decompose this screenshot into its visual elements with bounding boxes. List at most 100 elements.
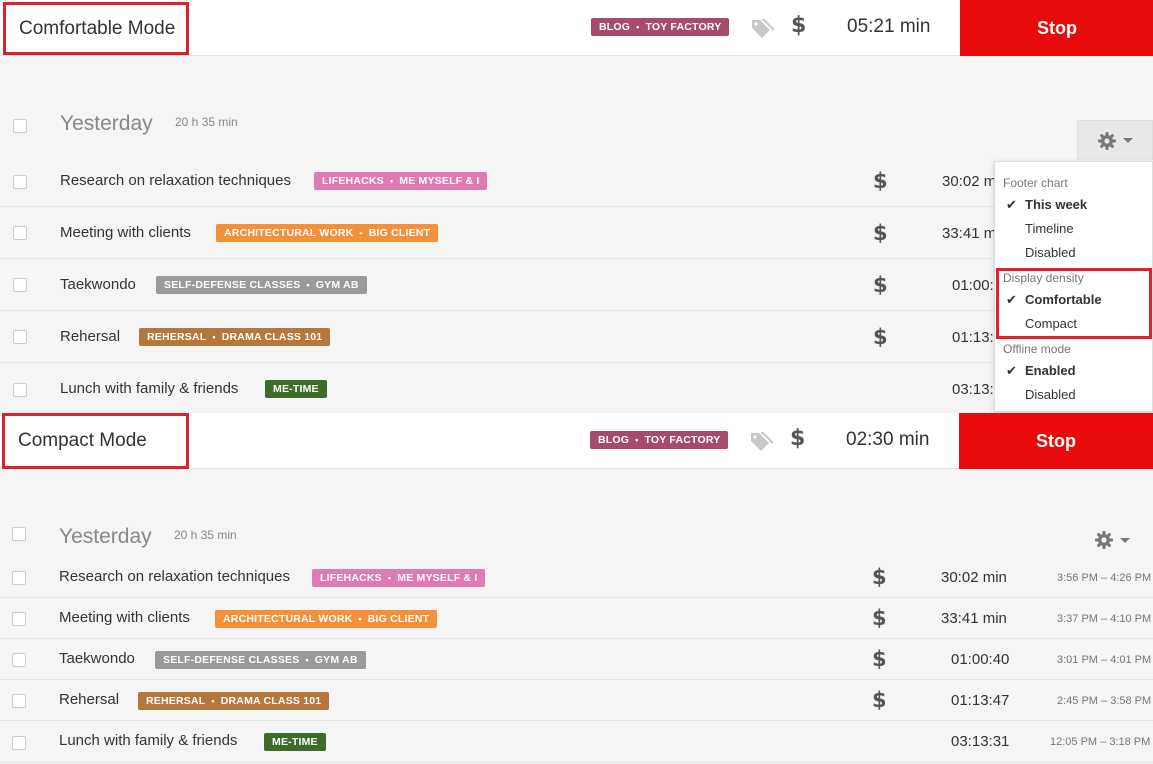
- entry-description[interactable]: Rehersal: [60, 328, 120, 345]
- billable-icon[interactable]: $: [873, 273, 888, 297]
- time-entry-row[interactable]: Meeting with clients ARCHITECTURAL WORK •…: [0, 598, 1153, 639]
- settings-button[interactable]: [1077, 120, 1153, 160]
- billable-icon[interactable]: $: [873, 169, 888, 193]
- billable-icon[interactable]: $: [872, 606, 887, 630]
- entry-time-range[interactable]: 2:45 PM – 3:58 PM: [1057, 695, 1151, 707]
- stop-button[interactable]: Stop: [960, 0, 1153, 56]
- option-chart-disabled[interactable]: Disabled: [1025, 245, 1076, 260]
- time-entry-row[interactable]: Meeting with clients ARCHITECTURAL WORK •…: [0, 207, 1153, 259]
- entry-description[interactable]: Meeting with clients: [60, 224, 191, 241]
- entry-checkbox[interactable]: [13, 175, 27, 189]
- entry-description[interactable]: Rehersal: [59, 691, 119, 708]
- check-icon: ✔: [1006, 197, 1017, 212]
- option-this-week[interactable]: This week: [1025, 197, 1087, 212]
- option-offline-disabled[interactable]: Disabled: [1025, 387, 1076, 402]
- mode-label-box: Compact Mode: [2, 413, 189, 469]
- billable-icon[interactable]: $: [873, 325, 888, 349]
- offline-mode-heading: Offline mode: [1003, 342, 1071, 356]
- tag-client: GYM AB: [315, 279, 359, 291]
- entry-time-range[interactable]: 3:01 PM – 4:01 PM: [1057, 654, 1151, 666]
- day-total: 20 h 35 min: [174, 528, 237, 542]
- stop-button[interactable]: Stop: [959, 413, 1153, 469]
- entry-tag[interactable]: ME-TIME: [264, 733, 326, 751]
- tag-project: ME-TIME: [272, 736, 318, 748]
- billable-icon[interactable]: $: [872, 688, 887, 712]
- gear-icon: [1095, 531, 1113, 549]
- entry-duration[interactable]: 03:13:31: [951, 733, 1009, 750]
- entry-duration[interactable]: 01:13:47: [951, 692, 1009, 709]
- entry-checkbox[interactable]: [12, 694, 26, 708]
- entry-time-range[interactable]: 3:56 PM – 4:26 PM: [1057, 572, 1151, 584]
- entry-checkbox[interactable]: [12, 571, 26, 585]
- entry-checkbox[interactable]: [13, 278, 27, 292]
- tag-client: DRAMA CLASS 101: [221, 331, 323, 343]
- tag-client: BIG CLIENT: [368, 227, 431, 239]
- billable-icon[interactable]: $: [873, 221, 888, 245]
- comfortable-section: Comfortable Mode BLOG • TOY FACTORY $ 05:2…: [0, 0, 1153, 413]
- time-entry-row[interactable]: Taekwondo SELF-DEFENSE CLASSES • GYM AB $ …: [0, 259, 1153, 311]
- entry-tag[interactable]: REHERSAL • DRAMA CLASS 101: [139, 328, 331, 346]
- entry-description[interactable]: Meeting with clients: [59, 609, 190, 626]
- tags-icon[interactable]: [749, 430, 773, 452]
- running-timer: 02:30 min: [846, 429, 930, 450]
- entry-checkbox[interactable]: [13, 226, 27, 240]
- entry-tag[interactable]: ARCHITECTURAL WORK • BIG CLIENT: [216, 224, 439, 242]
- entry-tag[interactable]: SELF-DEFENSE CLASSES • GYM AB: [155, 651, 366, 669]
- tag-project: LIFEHACKS: [322, 175, 384, 187]
- tag-project: REHERSAL: [147, 331, 207, 343]
- tag-project: BLOG: [599, 21, 631, 33]
- footer-chart-heading: Footer chart: [1003, 176, 1068, 190]
- option-offline-enabled[interactable]: Enabled: [1025, 363, 1076, 378]
- entry-tag[interactable]: LIFEHACKS • ME MYSELF & I: [312, 569, 486, 587]
- entry-description[interactable]: Taekwondo: [59, 650, 135, 667]
- entry-duration[interactable]: 03:13:: [952, 381, 994, 398]
- settings-button[interactable]: [1090, 529, 1134, 551]
- time-entry-row[interactable]: Lunch with family & friends ME-TIME 03:1…: [0, 721, 1153, 763]
- option-timeline[interactable]: Timeline: [1025, 221, 1074, 236]
- time-entry-row[interactable]: Research on relaxation techniques LIFEHA…: [0, 155, 1153, 207]
- entry-description[interactable]: Research on relaxation techniques: [59, 568, 290, 585]
- billable-icon[interactable]: $: [790, 426, 805, 451]
- option-compact[interactable]: Compact: [1025, 316, 1077, 331]
- time-entry-row[interactable]: Research on relaxation techniques LIFEHA…: [0, 557, 1153, 598]
- entry-checkbox[interactable]: [12, 612, 26, 626]
- billable-icon[interactable]: $: [872, 647, 887, 671]
- entry-time-range[interactable]: 3:37 PM – 4:10 PM: [1057, 613, 1151, 625]
- tag-client: BIG CLIENT: [367, 613, 430, 625]
- project-tag[interactable]: BLOG • TOY FACTORY: [590, 431, 729, 449]
- entry-time-range[interactable]: 12:05 PM – 3:18 PM: [1050, 736, 1150, 748]
- billable-icon[interactable]: $: [791, 13, 806, 38]
- option-comfortable[interactable]: Comfortable: [1025, 292, 1102, 307]
- entry-tag[interactable]: REHERSAL • DRAMA CLASS 101: [138, 692, 330, 710]
- entry-description[interactable]: Lunch with family & friends: [59, 732, 237, 749]
- entry-duration[interactable]: 01:00:40: [951, 651, 1009, 668]
- mode-label: Compact Mode: [18, 430, 147, 451]
- entry-tag[interactable]: ME-TIME: [265, 380, 327, 398]
- entry-duration[interactable]: 01:00:: [952, 277, 994, 294]
- select-all-checkbox[interactable]: [12, 527, 26, 541]
- entry-checkbox[interactable]: [12, 736, 26, 750]
- entry-tag[interactable]: SELF-DEFENSE CLASSES • GYM AB: [156, 276, 367, 294]
- entry-description[interactable]: Lunch with family & friends: [60, 380, 238, 397]
- select-all-checkbox[interactable]: [13, 119, 27, 133]
- entry-checkbox[interactable]: [12, 653, 26, 667]
- entry-description[interactable]: Taekwondo: [60, 276, 136, 293]
- billable-icon[interactable]: $: [872, 565, 887, 589]
- entry-description[interactable]: Research on relaxation techniques: [60, 172, 291, 189]
- entry-tag[interactable]: LIFEHACKS • ME MYSELF & I: [314, 172, 488, 190]
- project-tag[interactable]: BLOG • TOY FACTORY: [591, 18, 730, 36]
- tag-project: ME-TIME: [273, 383, 319, 395]
- entry-tag[interactable]: ARCHITECTURAL WORK • BIG CLIENT: [215, 610, 438, 628]
- entry-checkbox[interactable]: [13, 330, 27, 344]
- time-entry-row[interactable]: Rehersal REHERSAL • DRAMA CLASS 101 $ 01:1…: [0, 311, 1153, 363]
- entry-duration[interactable]: 33:41 min: [941, 610, 1007, 627]
- tag-project: SELF-DEFENSE CLASSES: [163, 654, 300, 666]
- tags-icon[interactable]: [750, 17, 774, 39]
- time-entry-row[interactable]: Taekwondo SELF-DEFENSE CLASSES • GYM AB $ …: [0, 639, 1153, 680]
- time-entry-row[interactable]: Lunch with family & friends ME-TIME 03:1…: [0, 363, 1153, 413]
- entry-duration[interactable]: 01:13:: [952, 329, 994, 346]
- tag-client: ME MYSELF & I: [399, 175, 480, 187]
- entry-duration[interactable]: 30:02 min: [941, 569, 1007, 586]
- entry-checkbox[interactable]: [13, 383, 27, 397]
- time-entry-row[interactable]: Rehersal REHERSAL • DRAMA CLASS 101 $ 01:1…: [0, 680, 1153, 721]
